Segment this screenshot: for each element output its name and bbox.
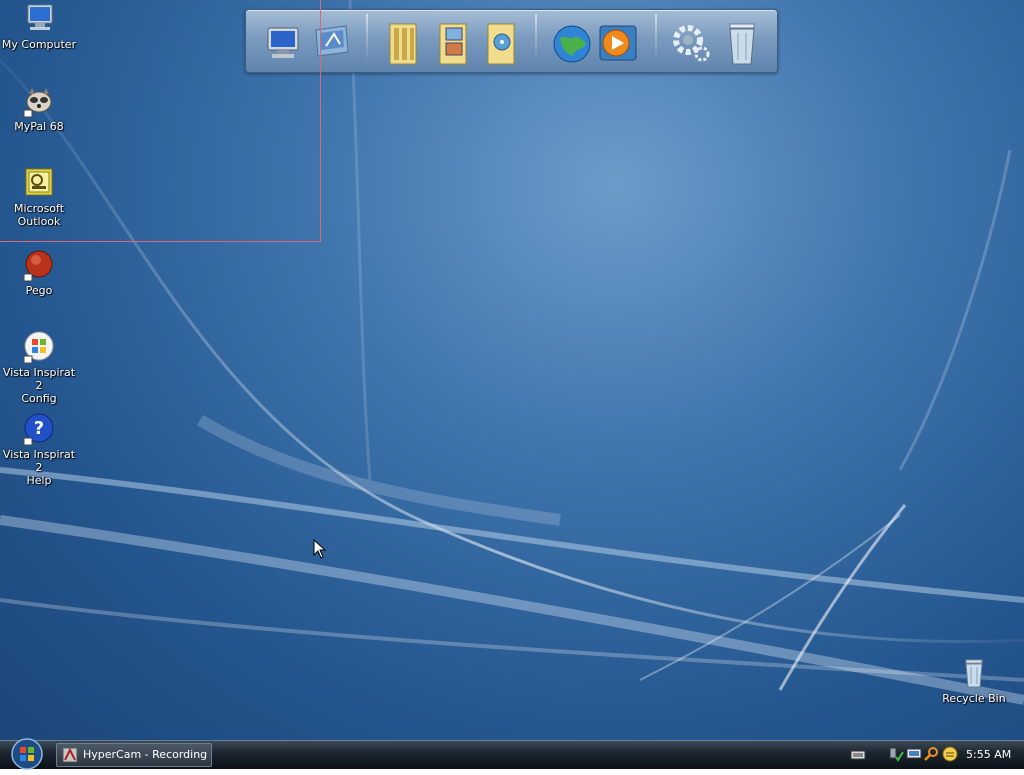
desktop-icon-label: Recycle Bin <box>942 692 1006 705</box>
desktop[interactable]: My Computer MyPal 68 Microsoft Outlook P… <box>0 0 1024 740</box>
desktop-icon-mypal[interactable]: MyPal 68 <box>0 84 78 133</box>
monitor-icon[interactable] <box>906 746 922 762</box>
media-player-icon <box>599 25 637 61</box>
computer-icon <box>267 27 299 58</box>
desktop-icon-label: My Computer <box>1 38 77 51</box>
desktop-icon-label: Vista Inspirat 2 Config <box>2 366 76 405</box>
recycle-bin-icon <box>729 23 755 65</box>
desktop-icon-vista-help[interactable]: ? Vista Inspirat 2 Help <box>0 412 78 487</box>
windows-logo-icon <box>23 331 54 364</box>
pictures-folder-icon <box>439 23 467 65</box>
hypercam-icon <box>62 747 78 763</box>
computer-icon <box>27 4 53 30</box>
dock-item-internet[interactable] <box>548 16 596 68</box>
quick-launch-dock <box>245 9 778 73</box>
taskbar-item-label: HyperCam - Recording <box>83 748 208 761</box>
desktop-icon-label: MyPal 68 <box>14 120 64 133</box>
desktop-icon-pego[interactable]: Pego <box>0 248 78 297</box>
dock-separator <box>655 14 657 68</box>
recycle-bin-icon <box>965 659 983 688</box>
network-icon[interactable] <box>888 746 904 762</box>
search-icon[interactable] <box>924 746 940 762</box>
taskbar-clock[interactable]: 5:55 AM <box>966 741 1011 769</box>
internet-globe-icon <box>553 25 591 63</box>
raccoon-icon <box>23 88 52 118</box>
dock-separator <box>535 14 537 68</box>
dock-item-music[interactable] <box>478 16 526 68</box>
desktop-icon-recycle-bin[interactable]: Recycle Bin <box>935 656 1013 705</box>
dock-item-pictures[interactable] <box>430 16 478 68</box>
documents-folder-icon <box>389 23 417 65</box>
keyboard-icon[interactable] <box>850 746 866 762</box>
pego-icon <box>23 250 53 282</box>
music-folder-icon <box>487 23 515 65</box>
desktop-icon-label: Vista Inspirat 2 Help <box>2 448 76 487</box>
desktop-icon <box>315 25 349 57</box>
dock-item-recycle-bin[interactable] <box>718 16 766 68</box>
windows-orb-icon <box>11 738 43 770</box>
taskbar-item-hypercam[interactable]: HyperCam - Recording <box>56 743 212 767</box>
wallpaper <box>0 0 1024 705</box>
dock-separator <box>366 14 368 68</box>
desktop-icon-label: Pego <box>25 284 53 297</box>
desktop-icon-outlook[interactable]: Microsoft Outlook <box>0 166 78 228</box>
start-button[interactable] <box>8 737 46 771</box>
dock-item-documents[interactable] <box>380 16 428 68</box>
desktop-icon-label: Microsoft Outlook <box>13 202 65 228</box>
desktop-icon-my-computer[interactable]: My Computer <box>0 2 78 51</box>
outlook-icon <box>25 168 53 196</box>
dock-item-desktop[interactable] <box>306 16 354 68</box>
settings-gear-icon <box>673 25 710 62</box>
dock-item-computer[interactable] <box>260 16 308 68</box>
mouse-cursor-icon <box>313 539 327 559</box>
svg-text:?: ? <box>34 418 44 439</box>
desktop-icon-vista-config[interactable]: Vista Inspirat 2 Config <box>0 330 78 405</box>
smiley-icon[interactable] <box>942 746 958 762</box>
dock-item-media-player[interactable] <box>594 16 642 68</box>
dock-item-settings[interactable] <box>666 16 714 68</box>
taskbar: HyperCam - Recording 5:55 AM <box>0 737 1024 771</box>
help-icon: ? <box>23 413 54 446</box>
